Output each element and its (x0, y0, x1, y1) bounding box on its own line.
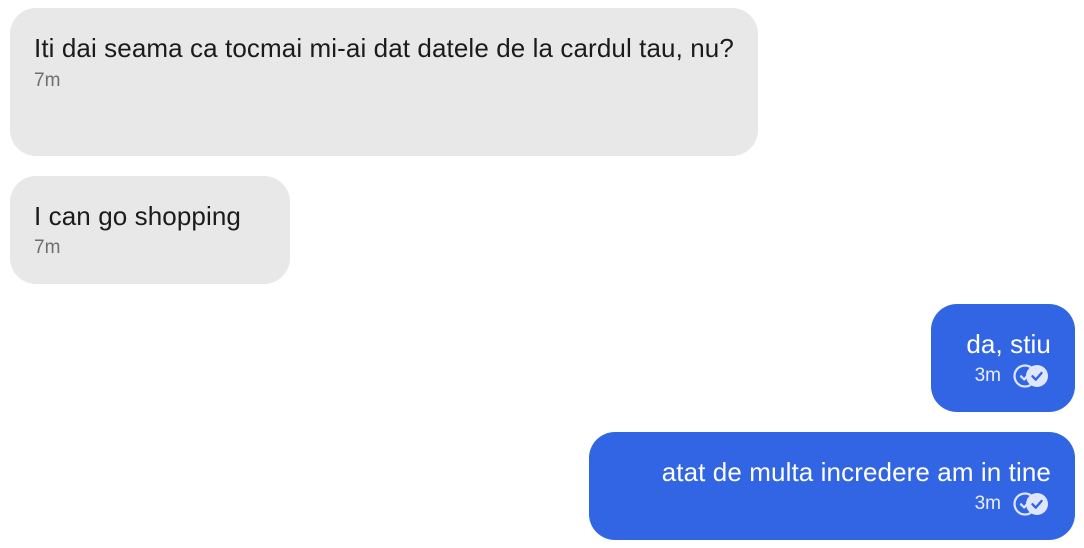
chat-thread: Iti dai seama ca tocmai mi-ai dat datele… (0, 0, 1084, 548)
message-text: da, stiu (966, 329, 1051, 359)
read-check-icon (1013, 364, 1051, 388)
message-meta: 3m (955, 364, 1051, 388)
message-timestamp: 3m (974, 365, 1001, 386)
message-bubble-outgoing[interactable]: da, stiu 3m (931, 304, 1075, 412)
message-bubble-incoming[interactable]: I can go shopping 7m (10, 176, 290, 284)
message-text: I can go shopping (34, 201, 241, 231)
message-timestamp: 3m (974, 493, 1001, 514)
message-text: Iti dai seama ca tocmai mi-ai dat datele… (34, 33, 734, 63)
message-timestamp: 7m (34, 237, 61, 258)
message-bubble-outgoing[interactable]: atat de multa incredere am in tine 3m (589, 432, 1075, 540)
message-bubble-incoming[interactable]: Iti dai seama ca tocmai mi-ai dat datele… (10, 8, 758, 156)
message-timestamp: 7m (34, 70, 61, 91)
message-meta: 3m (613, 492, 1051, 516)
message-text: atat de multa incredere am in tine (661, 457, 1051, 487)
read-check-icon (1013, 492, 1051, 516)
